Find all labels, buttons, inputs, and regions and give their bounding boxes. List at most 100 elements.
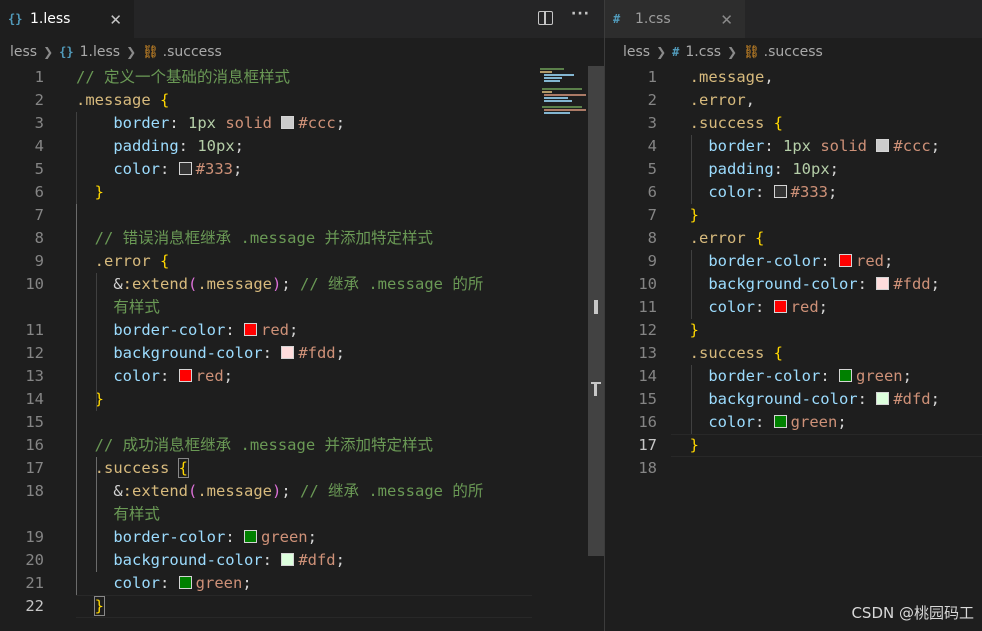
token-punc: ; bbox=[335, 114, 346, 132]
code-line[interactable]: 6 color: #333; bbox=[605, 181, 982, 204]
token-punc bbox=[76, 160, 113, 178]
code-line[interactable]: 2 .message { bbox=[0, 89, 604, 112]
code-line[interactable]: 2 .error, bbox=[605, 89, 982, 112]
token-punc bbox=[671, 344, 690, 362]
line-number: 11 bbox=[638, 298, 657, 316]
code-line[interactable]: 5 color: #333; bbox=[0, 158, 604, 181]
code-line[interactable]: 19 border-color: green; bbox=[0, 526, 604, 549]
color-swatch[interactable] bbox=[243, 530, 257, 543]
code-line[interactable]: 13 .success { bbox=[605, 342, 982, 365]
color-swatch[interactable] bbox=[773, 415, 787, 428]
code-line[interactable]: 12 } bbox=[605, 319, 982, 342]
breadcrumb-folder[interactable]: less bbox=[10, 44, 37, 60]
more-actions-icon[interactable]: ··· bbox=[571, 6, 590, 25]
code-text: .message { bbox=[76, 89, 169, 112]
code-line[interactable]: 18 &:extend(.message); // 继承 .message 的所 bbox=[0, 480, 604, 503]
code-line[interactable]: 20 background-color: #dfd; bbox=[0, 549, 604, 572]
code-line[interactable]: 9 border-color: red; bbox=[605, 250, 982, 273]
line-number: 22 bbox=[25, 597, 44, 615]
color-swatch[interactable] bbox=[876, 277, 890, 290]
code-line[interactable]: 1 .message, bbox=[605, 66, 982, 89]
tab-1-less[interactable]: {} 1.less ✕ bbox=[0, 0, 134, 38]
code-text: color: #333; bbox=[671, 181, 837, 204]
code-line[interactable]: 3 .success { bbox=[605, 112, 982, 135]
token-val: #333 bbox=[195, 160, 233, 178]
token-punc: : bbox=[820, 252, 839, 270]
code-line[interactable]: 17 } bbox=[605, 434, 982, 457]
code-line[interactable]: 15 bbox=[0, 411, 604, 434]
token-punc bbox=[811, 137, 820, 155]
token-brace: } bbox=[689, 436, 700, 454]
line-number: 8 bbox=[34, 229, 44, 247]
code-line[interactable]: 16 // 成功消息框继承 .message 并添加特定样式 bbox=[0, 434, 604, 457]
code-line[interactable]: 有样式 bbox=[0, 296, 604, 319]
code-text: color: red; bbox=[76, 365, 233, 388]
close-icon[interactable]: ✕ bbox=[109, 11, 122, 29]
color-swatch[interactable] bbox=[281, 116, 295, 129]
color-swatch[interactable] bbox=[281, 346, 295, 359]
color-swatch[interactable] bbox=[178, 369, 192, 382]
code-line[interactable]: 11 border-color: red; bbox=[0, 319, 604, 342]
token-val: #fdd bbox=[893, 275, 931, 293]
code-line[interactable]: 9 .error { bbox=[0, 250, 604, 273]
code-line[interactable]: 17 .success { bbox=[0, 457, 604, 480]
breadcrumb-symbol[interactable]: .success bbox=[764, 44, 823, 60]
line-number: 20 bbox=[25, 551, 44, 569]
code-text: 有样式 bbox=[76, 296, 160, 319]
color-swatch[interactable] bbox=[876, 392, 890, 405]
line-number: 3 bbox=[647, 114, 657, 132]
token-punc bbox=[76, 321, 113, 339]
color-swatch[interactable] bbox=[773, 300, 787, 313]
code-line[interactable]: 7 bbox=[0, 204, 604, 227]
code-line[interactable]: 22 } bbox=[0, 595, 604, 618]
code-line[interactable]: 5 padding: 10px; bbox=[605, 158, 982, 181]
code-line[interactable]: 15 background-color: #dfd; bbox=[605, 388, 982, 411]
breadcrumb-symbol[interactable]: .success bbox=[163, 44, 222, 60]
code-line[interactable]: 有样式 bbox=[0, 503, 604, 526]
color-swatch[interactable] bbox=[243, 323, 257, 336]
color-swatch[interactable] bbox=[178, 576, 192, 589]
code-line[interactable]: 6 } bbox=[0, 181, 604, 204]
close-icon[interactable]: ✕ bbox=[720, 11, 733, 29]
token-prop: color bbox=[113, 367, 160, 385]
code-line[interactable]: 4 border: 1px solid #ccc; bbox=[605, 135, 982, 158]
code-text: border-color: red; bbox=[671, 250, 893, 273]
split-editor-icon[interactable] bbox=[538, 11, 554, 25]
token-val: #dfd bbox=[893, 390, 931, 408]
vertical-scrollbar[interactable] bbox=[588, 66, 604, 556]
code-line[interactable]: 16 color: green; bbox=[605, 411, 982, 434]
token-sel: .message bbox=[197, 482, 272, 500]
breadcrumb-folder[interactable]: less bbox=[623, 44, 650, 60]
color-swatch[interactable] bbox=[838, 369, 852, 382]
breadcrumb-file[interactable]: 1.less bbox=[80, 44, 120, 60]
breadcrumb-file[interactable]: 1.css bbox=[685, 44, 721, 60]
code-line[interactable]: 10 background-color: #fdd; bbox=[605, 273, 982, 296]
line-number: 5 bbox=[647, 160, 657, 178]
color-swatch[interactable] bbox=[876, 139, 890, 152]
code-line[interactable]: 8 .error { bbox=[605, 227, 982, 250]
minimap[interactable] bbox=[538, 66, 588, 116]
code-line[interactable]: 8 // 错误消息框继承 .message 并添加特定样式 bbox=[0, 227, 604, 250]
color-swatch[interactable] bbox=[281, 553, 295, 566]
code-line[interactable]: 14 border-color: green; bbox=[605, 365, 982, 388]
code-text: border-color: green; bbox=[671, 365, 912, 388]
tab-1-css[interactable]: # 1.css ✕ bbox=[605, 0, 745, 38]
code-line[interactable]: 12 background-color: #fdd; bbox=[0, 342, 604, 365]
code-line[interactable]: 1 // 定义一个基础的消息框样式 bbox=[0, 66, 604, 89]
code-line[interactable]: 11 color: red; bbox=[605, 296, 982, 319]
code-line[interactable]: 3 border: 1px solid #ccc; bbox=[0, 112, 604, 135]
code-editor[interactable]: 1// 定义一个基础的消息框样式 2 .message {3 border: 1px… bbox=[0, 66, 604, 631]
code-line[interactable]: 10 &:extend(.message); // 继承 .message 的所 bbox=[0, 273, 604, 296]
code-line[interactable]: 13 color: red; bbox=[0, 365, 604, 388]
code-line[interactable]: 4 padding: 10px; bbox=[0, 135, 604, 158]
code-line[interactable]: 7 } bbox=[605, 204, 982, 227]
code-line[interactable]: 14 } bbox=[0, 388, 604, 411]
color-swatch[interactable] bbox=[838, 254, 852, 267]
token-prop: padding bbox=[708, 160, 774, 178]
code-line[interactable]: 18 bbox=[605, 457, 982, 480]
color-swatch[interactable] bbox=[773, 185, 787, 198]
color-swatch[interactable] bbox=[178, 162, 192, 175]
code-editor[interactable]: 1 .message, 2 .error, 3 .success {4 border… bbox=[605, 66, 982, 631]
code-line[interactable]: 21 color: green; bbox=[0, 572, 604, 595]
chevron-right-icon: ❯ bbox=[126, 45, 137, 59]
